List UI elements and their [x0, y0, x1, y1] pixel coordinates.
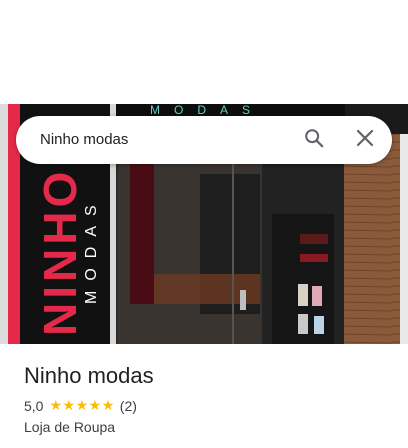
map-top-area	[0, 0, 408, 104]
place-info-panel[interactable]: Ninho modas 5,0 ★ ★ ★ ★ ★ (2) Loja de Roupa	[0, 344, 408, 448]
close-button[interactable]	[349, 124, 381, 156]
search-bar[interactable]: Ninho modas	[16, 116, 392, 164]
place-title: Ninho modas	[24, 363, 154, 388]
close-icon	[356, 129, 374, 152]
star-icon: ★	[49, 398, 63, 414]
rating-value: 5,0	[24, 398, 44, 414]
star-icon: ★	[75, 398, 89, 414]
star-icon: ★	[101, 398, 115, 414]
star-icon: ★	[62, 398, 76, 414]
rating-stars: ★ ★ ★ ★ ★	[49, 399, 114, 413]
search-input[interactable]: Ninho modas	[40, 130, 128, 150]
place-category: Loja de Roupa	[24, 419, 116, 435]
banner-text: NINHO	[34, 168, 86, 336]
star-icon: ★	[88, 398, 102, 414]
rating-row[interactable]: 5,0 ★ ★ ★ ★ ★ (2)	[24, 397, 137, 415]
banner-subtext: MODAS	[83, 195, 100, 304]
search-button[interactable]	[298, 124, 330, 156]
search-icon	[303, 127, 325, 154]
review-count[interactable]: (2)	[120, 398, 137, 414]
